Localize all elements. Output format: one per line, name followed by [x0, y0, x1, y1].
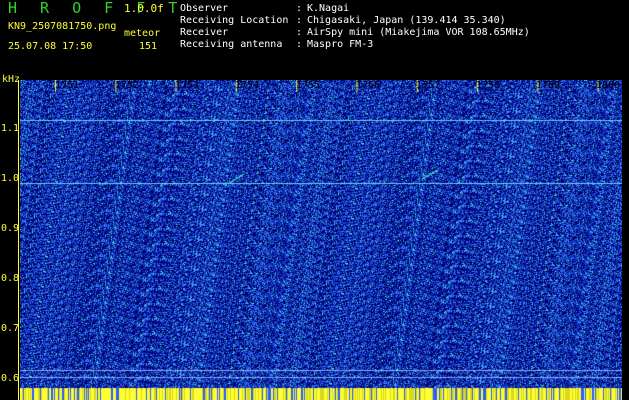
antenna-label: Receiving antenna — [180, 39, 283, 50]
y-tick-label: 0.7 — [1, 323, 20, 334]
image-filename: KN9_2507081750.png — [8, 21, 117, 32]
mode-label: meteor — [124, 28, 161, 39]
antenna-separator: : — [296, 39, 303, 50]
spectrogram-canvas — [20, 80, 622, 400]
location-value: Chigasaki, Japan (139.414 35.340) — [307, 15, 506, 26]
x-tick-label: 1753 — [175, 80, 200, 91]
x-tick-label: 1754 — [235, 80, 260, 91]
y-tick-label: 0.9 — [1, 223, 20, 234]
y-tick-label: 1.1 — [1, 123, 20, 134]
y-tick-label: 0.8 — [1, 273, 20, 284]
x-tick-label: 1752 — [115, 80, 140, 91]
receiver-label: Receiver — [180, 27, 229, 38]
x-tick-label: 1751 — [55, 80, 80, 91]
y-tick-label: 1.0 — [1, 173, 20, 184]
app-version: 1.0.0f — [124, 2, 164, 15]
capture-datetime: 25.07.08 17:50 — [8, 41, 93, 52]
observer-separator: : — [296, 3, 303, 14]
x-tick-label: 1758 — [476, 80, 501, 91]
location-label: Receiving Location — [180, 15, 289, 26]
observer-label: Observer — [180, 3, 229, 14]
x-tick-label: 1759 — [536, 80, 561, 91]
y-tick-label: 0.6 — [1, 373, 20, 384]
location-separator: : — [296, 15, 303, 26]
hrofft-window: H R O F F T 1.0.0f KN9_2507081750.png me… — [0, 0, 629, 400]
x-tick-label: 1800 — [596, 80, 621, 91]
receiver-value: AirSpy mini (Miakejima VOR 108.65MHz) — [307, 27, 530, 38]
antenna-value: Maspro FM-3 — [307, 39, 374, 50]
receiver-separator: : — [296, 27, 303, 38]
meteor-count: 151 — [138, 41, 157, 52]
x-tick-label: 1755 — [296, 80, 321, 91]
x-tick-label: 1757 — [416, 80, 441, 91]
observer-value: K.Nagai — [307, 3, 350, 14]
x-tick-label: 1756 — [356, 80, 381, 91]
y-axis-line — [18, 80, 19, 400]
